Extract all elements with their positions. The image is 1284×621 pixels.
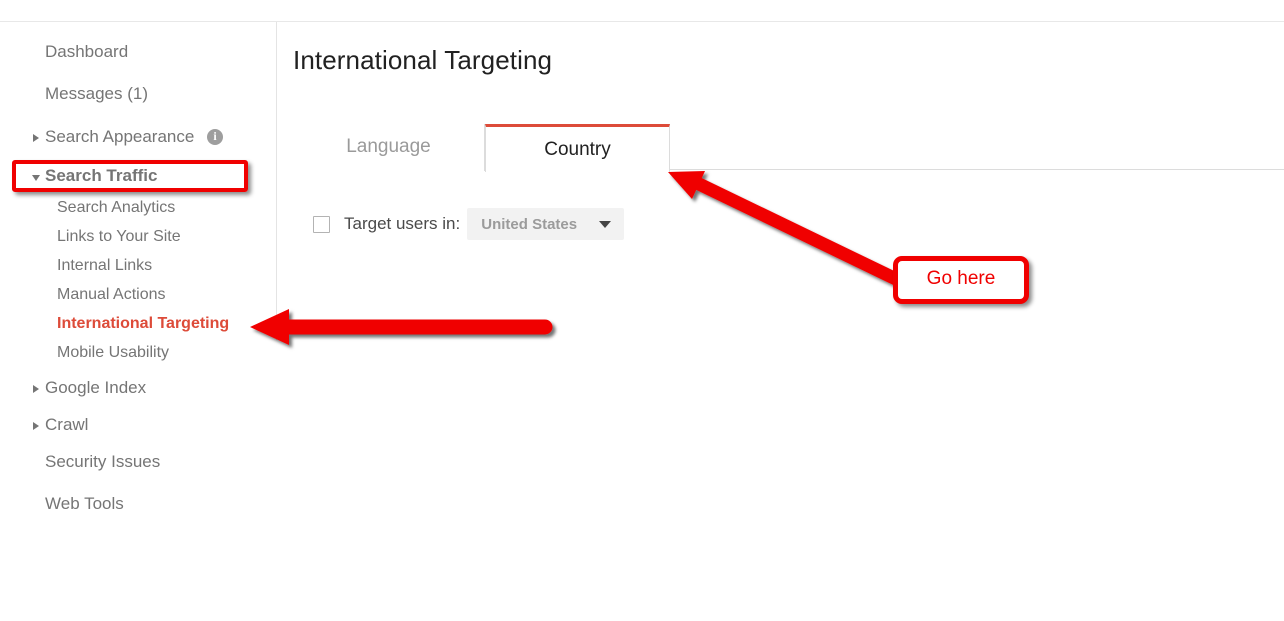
chevron-down-icon bbox=[32, 175, 40, 181]
sidebar-item-dashboard[interactable]: Dashboard bbox=[45, 42, 128, 62]
sidebar-item-google-index[interactable]: Google Index bbox=[45, 378, 146, 398]
sidebar-item-label: Dashboard bbox=[45, 42, 128, 61]
tab-language[interactable]: Language bbox=[293, 124, 485, 171]
chevron-down-icon bbox=[599, 221, 611, 228]
page-title: International Targeting bbox=[293, 45, 552, 76]
sidebar-item-manual-actions[interactable]: Manual Actions bbox=[57, 285, 166, 305]
sidebar-item-label: Search Appearance bbox=[45, 127, 194, 146]
sidebar-item-label: Google Index bbox=[45, 378, 146, 397]
tab-label: Country bbox=[544, 139, 611, 160]
sidebar-item-crawl[interactable]: Crawl bbox=[45, 415, 88, 435]
country-dropdown[interactable]: United States bbox=[467, 208, 624, 240]
sidebar-item-label: International Targeting bbox=[57, 315, 229, 332]
sidebar-item-label: Search Analytics bbox=[57, 199, 175, 216]
country-dropdown-value: United States bbox=[481, 216, 577, 233]
chevron-right-icon bbox=[33, 422, 39, 430]
sidebar-item-label: Mobile Usability bbox=[57, 344, 169, 361]
sidebar-item-search-traffic[interactable]: Search Traffic bbox=[45, 166, 157, 186]
target-users-label: Target users in: bbox=[344, 214, 460, 234]
tab-label: Language bbox=[346, 136, 431, 157]
sidebar-item-security-issues[interactable]: Security Issues bbox=[45, 452, 160, 472]
sidebar: Dashboard Messages (1) Search Appearance… bbox=[0, 22, 277, 340]
sidebar-item-web-tools[interactable]: Web Tools bbox=[45, 494, 124, 514]
tab-country[interactable]: Country bbox=[485, 124, 670, 172]
target-users-row: Target users in: United States bbox=[313, 208, 624, 240]
tab-bar: Language Country bbox=[277, 124, 1284, 172]
target-users-checkbox[interactable] bbox=[313, 216, 330, 233]
sidebar-item-links-to-your-site[interactable]: Links to Your Site bbox=[57, 227, 181, 247]
chevron-right-icon bbox=[33, 385, 39, 393]
sidebar-item-label: Search Traffic bbox=[45, 166, 157, 185]
sidebar-item-messages[interactable]: Messages (1) bbox=[45, 84, 148, 104]
sidebar-item-label: Manual Actions bbox=[57, 286, 166, 303]
sidebar-item-search-analytics[interactable]: Search Analytics bbox=[57, 198, 175, 218]
sidebar-item-label: Links to Your Site bbox=[57, 228, 181, 245]
main-content: International Targeting Language Country… bbox=[277, 22, 1284, 621]
sidebar-item-label: Messages (1) bbox=[45, 84, 148, 103]
sidebar-item-mobile-usability[interactable]: Mobile Usability bbox=[57, 343, 169, 363]
sidebar-item-label: Web Tools bbox=[45, 494, 124, 513]
info-icon[interactable] bbox=[207, 129, 223, 145]
sidebar-item-label: Security Issues bbox=[45, 452, 160, 471]
sidebar-item-search-appearance[interactable]: Search Appearance bbox=[45, 127, 223, 147]
sidebar-item-international-targeting[interactable]: International Targeting bbox=[57, 314, 229, 334]
sidebar-item-internal-links[interactable]: Internal Links bbox=[57, 256, 152, 276]
sidebar-item-label: Crawl bbox=[45, 415, 88, 434]
chevron-right-icon bbox=[33, 134, 39, 142]
sidebar-item-label: Internal Links bbox=[57, 257, 152, 274]
